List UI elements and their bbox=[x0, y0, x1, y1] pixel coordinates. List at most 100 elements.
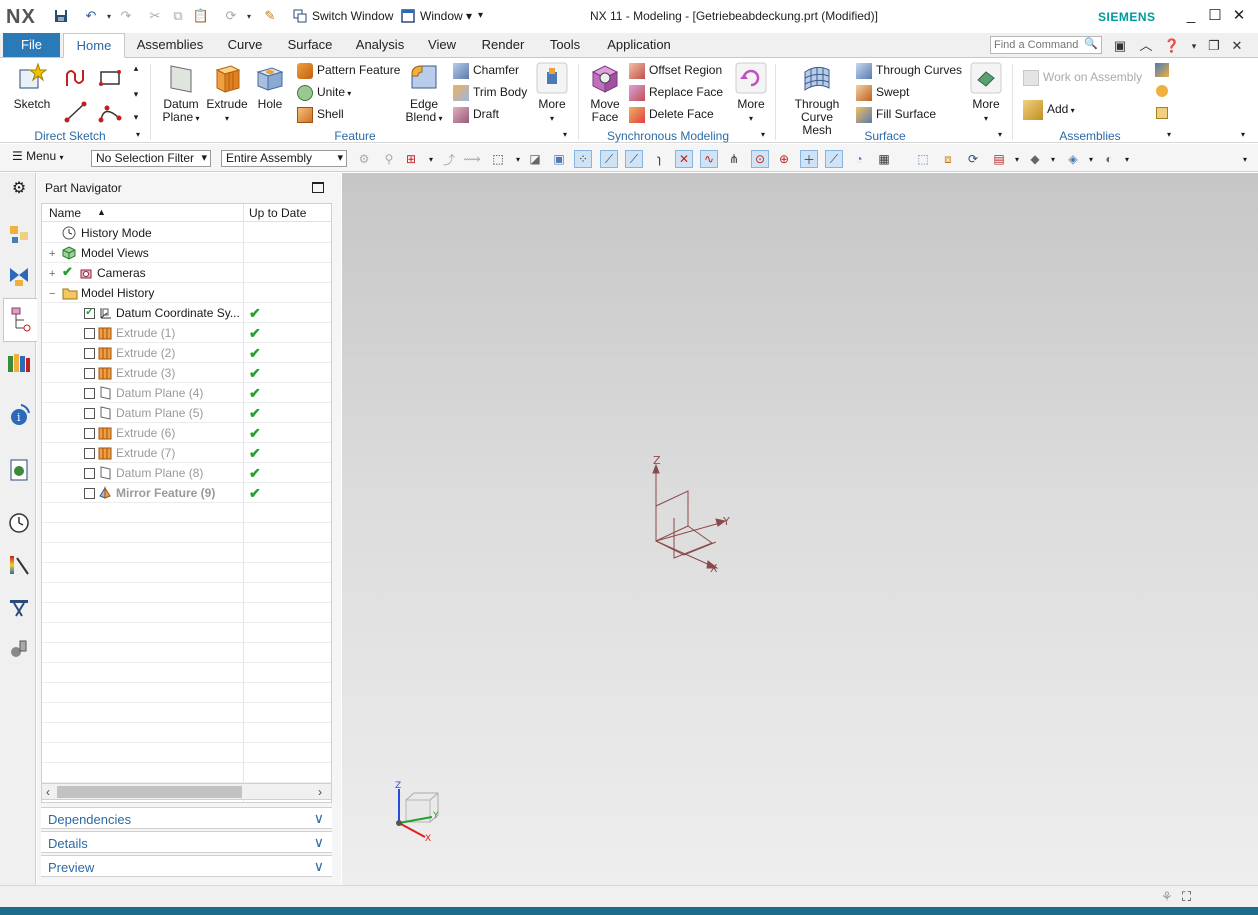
assembly-navigator-icon[interactable] bbox=[7, 223, 31, 247]
full-screen-icon[interactable]: ⛶ bbox=[1182, 889, 1191, 905]
tree-row-datum-plane-4[interactable]: Datum Plane (4) ✔ bbox=[42, 383, 331, 403]
point-on-face-icon[interactable]: ⟋ bbox=[825, 150, 843, 168]
tab-file[interactable]: File bbox=[3, 33, 60, 57]
tree-row-extrude-3[interactable]: Extrude (3) ✔ bbox=[42, 363, 331, 383]
maximize-button[interactable]: ☐ bbox=[1204, 6, 1226, 26]
details-panel[interactable]: Details ∨ bbox=[41, 831, 332, 853]
delete-face-button[interactable]: Delete Face bbox=[629, 105, 714, 123]
through-curves-button[interactable]: Through Curves bbox=[856, 61, 962, 79]
sync-group-menu-icon[interactable]: ▾ bbox=[758, 128, 768, 141]
component-selection-icon[interactable]: ⚲ bbox=[380, 150, 398, 168]
tab-application[interactable]: Application bbox=[600, 33, 678, 58]
line-icon[interactable] bbox=[64, 100, 88, 127]
close-button[interactable]: ✕ bbox=[1228, 6, 1250, 26]
tab-home[interactable]: Home bbox=[63, 33, 125, 58]
save-icon[interactable] bbox=[52, 7, 70, 25]
scroll-left-icon[interactable]: ‹ bbox=[46, 785, 50, 799]
tree-row-cameras[interactable]: + ✔ Cameras bbox=[42, 263, 331, 283]
trace-icon[interactable]: ⟿ bbox=[463, 150, 481, 168]
expand-icon[interactable]: + bbox=[49, 248, 55, 260]
feature-group-menu-icon[interactable]: ▾ bbox=[560, 128, 570, 141]
sketch-button[interactable]: Sketch bbox=[12, 62, 52, 111]
arc-icon[interactable] bbox=[98, 100, 122, 127]
assemblies-group-menu-icon[interactable]: ▾ bbox=[1164, 128, 1174, 141]
resource-bar-settings-icon[interactable]: ⚙ bbox=[7, 176, 31, 200]
customize-qat-icon[interactable]: ▾ bbox=[478, 7, 483, 25]
collapse-icon[interactable]: − bbox=[49, 288, 55, 300]
quadrant-point-icon[interactable]: ⋔ bbox=[725, 150, 743, 168]
chamfer-button[interactable]: Chamfer bbox=[453, 61, 519, 79]
general-selection-intent-icon[interactable]: ⚙ bbox=[355, 150, 373, 168]
selection-filter-select[interactable]: No Selection Filter bbox=[91, 150, 211, 167]
horizontal-scrollbar[interactable]: ‹ › bbox=[41, 783, 332, 800]
visibility-checkbox[interactable] bbox=[84, 488, 95, 499]
restore-part-window-icon[interactable]: ❐ bbox=[1205, 37, 1223, 55]
menu-button[interactable]: ☰ Menu ▾ bbox=[12, 149, 64, 163]
zoom-icon[interactable]: ⧈ bbox=[939, 150, 957, 168]
repeat-command-icon[interactable]: ⟳ bbox=[222, 7, 240, 25]
extrude-button[interactable]: Extrude ▾ bbox=[205, 62, 249, 125]
tree-row-history-mode[interactable]: History Mode bbox=[42, 223, 331, 243]
help-dropdown-icon[interactable]: ▾ bbox=[1185, 37, 1203, 55]
existing-point-icon[interactable]: ⊕ bbox=[775, 150, 793, 168]
ribbon-options-icon[interactable]: ▣ bbox=[1111, 37, 1129, 55]
tree-row-datum-csys[interactable]: Datum Coordinate Sy... ✔ bbox=[42, 303, 331, 323]
visibility-checkbox[interactable] bbox=[84, 348, 95, 359]
visibility-checkbox[interactable] bbox=[84, 428, 95, 439]
search-icon[interactable]: 🔍 bbox=[1084, 37, 1098, 50]
visibility-checkbox[interactable] bbox=[84, 468, 95, 479]
assembly-new-component-icon[interactable] bbox=[1154, 107, 1170, 122]
preview-panel[interactable]: Preview ∨ bbox=[41, 855, 332, 877]
visibility-checkbox[interactable] bbox=[84, 448, 95, 459]
web-browser-icon[interactable]: i bbox=[7, 403, 31, 427]
tree-row-extrude-6[interactable]: Extrude (6) ✔ bbox=[42, 423, 331, 443]
swept-button[interactable]: Swept bbox=[856, 83, 909, 101]
datum-coordinate-system[interactable] bbox=[652, 463, 727, 569]
tree-row-extrude-7[interactable]: Extrude (7) ✔ bbox=[42, 443, 331, 463]
move-face-button[interactable]: Move Face bbox=[585, 62, 625, 124]
snap-point-icon[interactable]: ⁘ bbox=[574, 150, 592, 168]
visibility-checkbox[interactable] bbox=[84, 408, 95, 419]
unite-button[interactable]: Unite ▾ bbox=[297, 83, 351, 101]
scroll-right-icon[interactable]: › bbox=[318, 785, 322, 799]
clock-icon[interactable] bbox=[7, 511, 31, 535]
view-orientation-dropdown-icon[interactable]: ▾ bbox=[1008, 150, 1026, 168]
shaded-icon[interactable]: ◈ bbox=[1064, 150, 1082, 168]
navigator-maximize-icon[interactable] bbox=[312, 182, 324, 193]
offset-region-button[interactable]: Offset Region bbox=[629, 61, 722, 79]
surface-more-button[interactable]: More ▾ bbox=[966, 62, 1006, 125]
rectangle-select-icon[interactable]: ⬚ bbox=[489, 150, 507, 168]
paste-icon[interactable]: 📋 bbox=[192, 7, 210, 25]
replace-face-button[interactable]: Replace Face bbox=[629, 83, 723, 101]
dependencies-panel[interactable]: Dependencies ∨ bbox=[41, 807, 332, 829]
sketch-gallery-more-icon[interactable]: ▾ bbox=[130, 111, 142, 124]
copy-icon[interactable]: ⧉ bbox=[169, 7, 187, 25]
select-dropdown-icon[interactable]: ▾ bbox=[422, 150, 440, 168]
history-icon[interactable] bbox=[7, 458, 31, 482]
trim-body-button[interactable]: Trim Body bbox=[453, 83, 527, 101]
window-icon[interactable] bbox=[399, 7, 417, 25]
close-part-icon[interactable]: ✕ bbox=[1228, 37, 1246, 55]
selection-scope-select[interactable]: Entire Assembly bbox=[221, 150, 347, 167]
tree-row-model-views[interactable]: + Model Views bbox=[42, 243, 331, 263]
grid-point-icon[interactable]: ▦ bbox=[875, 150, 893, 168]
sync-more-button[interactable]: More ▾ bbox=[731, 62, 771, 125]
collapse-ribbon-icon[interactable]: ︿ bbox=[1137, 37, 1155, 55]
minimize-button[interactable]: _ bbox=[1180, 6, 1202, 26]
datum-plane-button[interactable]: Datum Plane ▾ bbox=[160, 62, 202, 125]
draft-button[interactable]: Draft bbox=[453, 105, 499, 123]
role-icon[interactable] bbox=[7, 595, 31, 619]
hole-button[interactable]: Hole bbox=[252, 62, 288, 111]
select-all-icon[interactable]: ⊞ bbox=[402, 150, 420, 168]
visibility-checkbox[interactable] bbox=[84, 388, 95, 399]
rendering-style-dropdown-icon[interactable]: ▾ bbox=[1044, 150, 1062, 168]
touch-mode-icon[interactable]: ✎ bbox=[261, 7, 279, 25]
shell-button[interactable]: Shell bbox=[297, 105, 344, 123]
visibility-checkbox[interactable] bbox=[84, 305, 95, 319]
tree-row-mirror-feature-9[interactable]: Mirror Feature (9) ✔ bbox=[42, 483, 331, 503]
tree-row-extrude-1[interactable]: Extrude (1) ✔ bbox=[42, 323, 331, 343]
feature-more-button[interactable]: More ▾ bbox=[532, 62, 572, 125]
intersection-point-icon[interactable]: ✕ bbox=[675, 150, 693, 168]
point-on-curve-icon[interactable]: ＋ bbox=[800, 150, 818, 168]
surface-group-menu-icon[interactable]: ▾ bbox=[995, 128, 1005, 141]
